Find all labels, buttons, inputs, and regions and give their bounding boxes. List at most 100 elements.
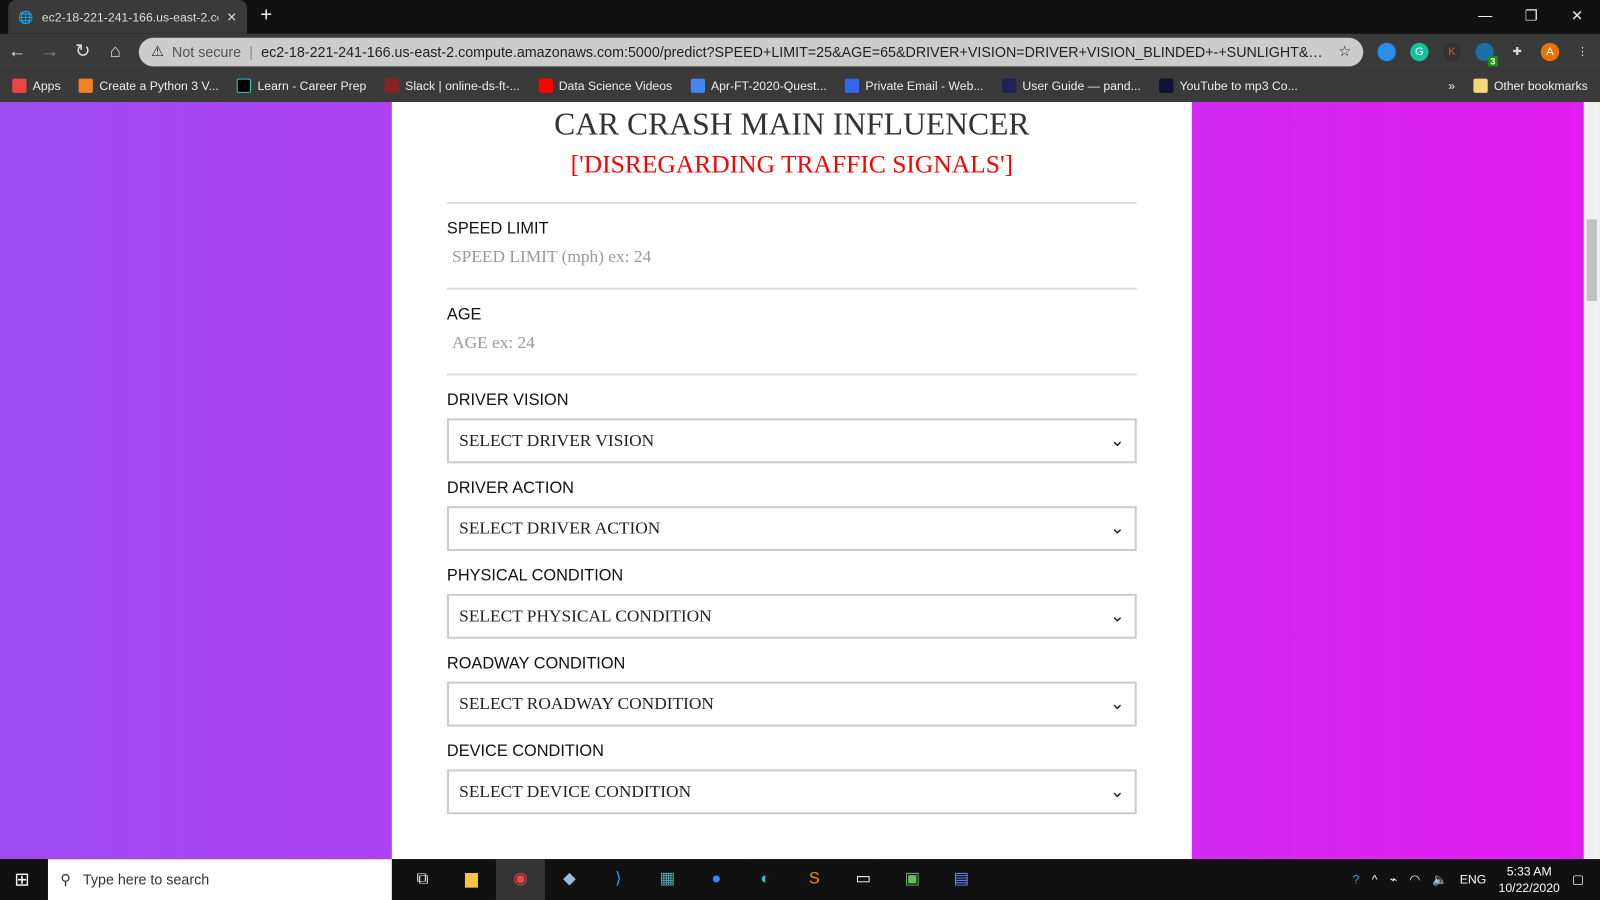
close-window-button[interactable]: ✕ <box>1554 0 1600 31</box>
badge-extension-icon[interactable]: 3 <box>1475 42 1498 66</box>
grammarly-extension-icon[interactable]: G <box>1410 42 1429 61</box>
star-icon[interactable]: ☆ <box>1338 43 1351 60</box>
profile-avatar[interactable]: A <box>1540 42 1560 61</box>
bookmark-label: Apps <box>32 78 61 93</box>
select-value: SELECT PHYSICAL CONDITION <box>459 606 712 626</box>
new-tab-button[interactable]: + <box>260 4 272 27</box>
tab-strip: 🌐 ec2-18-221-241-166.us-east-2.co ✕ + — ❐ ✕ <box>0 0 1600 34</box>
bookmark-label: Slack | online-ds-ft-... <box>405 78 520 93</box>
not-secure-label[interactable]: Not secure <box>172 43 241 59</box>
driver-vision-select[interactable]: SELECT DRIVER VISION ⌄ <box>446 418 1137 464</box>
back-button[interactable]: ← <box>8 41 26 62</box>
notifications-icon[interactable]: ▢ <box>1572 872 1584 886</box>
select-value: SELECT ROADWAY CONDITION <box>459 693 714 714</box>
device-condition-label: DEVICE CONDITION <box>446 742 604 761</box>
edge-icon[interactable]: ◐ <box>741 859 790 900</box>
speed-limit-label: SPEED LIMIT <box>446 220 549 238</box>
time: 5:33 AM <box>1506 864 1552 879</box>
file-explorer-icon[interactable]: ▆ <box>447 859 496 900</box>
network-app-icon[interactable]: ▤ <box>937 859 986 900</box>
bookmark-apps[interactable]: Apps <box>12 78 61 94</box>
app-icon[interactable]: ▣ <box>888 859 937 900</box>
more-bookmarks-button[interactable]: » <box>1448 79 1455 93</box>
app-icon[interactable]: ◆ <box>545 859 594 900</box>
scrollbar-thumb[interactable] <box>1586 219 1597 302</box>
minimize-button[interactable]: — <box>1462 0 1508 31</box>
bookmark[interactable]: User Guide — pand... <box>1001 78 1141 94</box>
browser-tab[interactable]: 🌐 ec2-18-221-241-166.us-east-2.co ✕ <box>8 0 247 34</box>
bookmarks-bar: Apps Create a Python 3 V... Learn - Care… <box>0 69 1600 103</box>
language-indicator[interactable]: ENG <box>1460 872 1487 886</box>
bookmark-label: Learn - Career Prep <box>257 78 367 93</box>
restore-button[interactable]: ❐ <box>1508 0 1554 31</box>
power-icon[interactable]: ⌁ <box>1390 872 1397 886</box>
driver-action-select[interactable]: SELECT DRIVER ACTION ⌄ <box>446 506 1137 552</box>
icloud-extension-icon[interactable] <box>1377 42 1396 61</box>
k-extension-icon[interactable]: K <box>1442 42 1462 61</box>
tab-title: ec2-18-221-241-166.us-east-2.co <box>41 9 219 24</box>
bookmark[interactable]: Learn - Career Prep <box>237 78 367 94</box>
select-value: SELECT DRIVER ACTION <box>459 518 661 538</box>
search-icon: ⚲ <box>60 870 71 888</box>
terminal-icon[interactable]: ▭ <box>839 859 888 900</box>
bookmark[interactable]: Create a Python 3 V... <box>78 78 219 94</box>
search-placeholder: Type here to search <box>82 871 210 888</box>
bookmark[interactable]: YouTube to mp3 Co... <box>1159 78 1298 94</box>
globe-icon: 🌐 <box>18 9 34 24</box>
date: 10/22/2020 <box>1498 880 1560 895</box>
url-text[interactable]: ec2-18-221-241-166.us-east-2.compute.ama… <box>261 43 1330 59</box>
task-view-icon[interactable]: ⧉ <box>398 859 447 900</box>
chrome-icon[interactable]: ◉ <box>495 859 545 900</box>
vertical-scrollbar[interactable] <box>1583 102 1600 860</box>
other-bookmarks[interactable]: Other bookmarks <box>1473 78 1588 94</box>
roadway-condition-select[interactable]: SELECT ROADWAY CONDITION ⌄ <box>446 681 1137 727</box>
home-button[interactable]: ⌂ <box>106 41 124 62</box>
reload-button[interactable]: ↻ <box>73 41 91 62</box>
apps-icon <box>12 78 27 94</box>
speed-limit-input[interactable]: SPEED LIMIT (mph) ex: 24 <box>446 239 1137 290</box>
select-value: SELECT DEVICE CONDITION <box>459 781 692 802</box>
bookmark-label: Private Email - Web... <box>865 78 984 93</box>
windows-start-icon[interactable]: ⊞ <box>14 869 29 890</box>
puzzle-icon[interactable]: ✚ <box>1508 42 1526 60</box>
yt-mp3-icon <box>1159 78 1174 94</box>
wifi-icon[interactable]: ◠ <box>1409 872 1420 886</box>
forward-button[interactable]: → <box>41 41 59 62</box>
chevron-down-icon: ⌄ <box>1109 430 1125 450</box>
bookmark-label: Data Science Videos <box>558 78 673 93</box>
bookmark[interactable]: Apr-FT-2020-Quest... <box>690 78 827 94</box>
form-panel: CAR CRASH MAIN INFLUENCER ['DISREGARDING… <box>391 102 1192 860</box>
page-background: CAR CRASH MAIN INFLUENCER ['DISREGARDING… <box>0 102 1584 860</box>
help-icon[interactable]: ? <box>1353 872 1360 886</box>
vscode-icon[interactable]: ⟩ <box>594 859 643 900</box>
physical-condition-select[interactable]: SELECT PHYSICAL CONDITION ⌄ <box>446 593 1137 639</box>
bookmark-icon <box>78 78 94 94</box>
taskbar: ⊞ ⚲ Type here to search ⧉ ▆ ◉ ◆ ⟩ ▦ ● ◐ S… <box>0 859 1600 900</box>
chevron-down-icon: ⌄ <box>1109 606 1125 626</box>
prediction-result: ['DISREGARDING TRAFFIC SIGNALS'] <box>570 151 1014 179</box>
bookmark[interactable]: Private Email - Web... <box>845 78 984 94</box>
menu-icon[interactable]: ⋮ <box>1573 42 1591 60</box>
email-icon <box>845 78 860 94</box>
calendar-icon[interactable]: ▦ <box>643 859 692 900</box>
close-tab-icon[interactable]: ✕ <box>226 10 236 24</box>
taskbar-search[interactable]: ⚲ Type here to search <box>47 859 392 900</box>
address-bar[interactable]: ⚠ Not secure | ec2-18-221-241-166.us-east-2… <box>138 37 1364 66</box>
age-input[interactable]: AGE ex: 24 <box>446 324 1137 376</box>
docs-icon <box>690 78 705 94</box>
warning-icon: ⚠ <box>151 42 164 60</box>
sublime-icon[interactable]: S <box>790 859 839 900</box>
bookmark[interactable]: Slack | online-ds-ft-... <box>384 78 520 94</box>
driver-action-label: DRIVER ACTION <box>446 479 574 497</box>
bookmark[interactable]: Data Science Videos <box>538 78 673 94</box>
chevron-up-icon[interactable]: ^ <box>1372 872 1378 886</box>
volume-icon[interactable]: 🔈 <box>1432 872 1447 886</box>
bookmark-label: Apr-FT-2020-Quest... <box>710 78 827 93</box>
bookmark-label: Other bookmarks <box>1493 78 1588 93</box>
chevron-down-icon: ⌄ <box>1109 518 1125 538</box>
device-condition-select[interactable]: SELECT DEVICE CONDITION ⌄ <box>446 769 1137 815</box>
zoom-icon[interactable]: ● <box>692 859 741 900</box>
roadway-condition-label: ROADWAY CONDITION <box>446 655 626 673</box>
prediction-form: SPEED LIMIT SPEED LIMIT (mph) ex: 24 AGE… <box>446 202 1137 815</box>
clock[interactable]: 5:33 AM 10/22/2020 <box>1499 863 1560 896</box>
